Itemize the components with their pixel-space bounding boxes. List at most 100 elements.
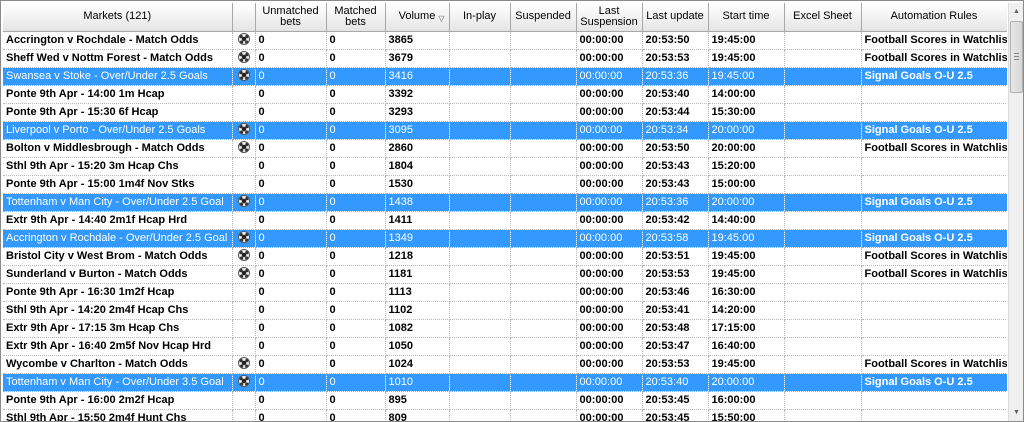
col-header-inplay[interactable]: In-play (449, 3, 511, 32)
last-suspension-cell[interactable]: 00:00:00 (576, 103, 643, 122)
excel-sheet-cell[interactable] (784, 337, 862, 356)
table-row[interactable]: Accrington v Rochdale - Over/Under 2.5 G… (3, 229, 1007, 248)
soccer-icon-cell[interactable] (232, 355, 256, 374)
market-name-cell[interactable]: Sthl 9th Apr - 15:20 3m Hcap Chs (3, 157, 233, 176)
excel-sheet-cell[interactable] (784, 409, 862, 421)
soccer-icon-cell[interactable] (232, 283, 256, 302)
automation-rule-cell[interactable] (861, 409, 1007, 421)
inplay-cell[interactable] (449, 265, 511, 284)
matched-bets-cell[interactable]: 0 (326, 103, 386, 122)
automation-rule-cell[interactable] (861, 319, 1007, 338)
table-row[interactable]: Ponte 9th Apr - 15:30 6f Hcap 0 0 3293 00:00… (3, 103, 1007, 122)
table-row[interactable]: Sthl 9th Apr - 14:20 2m4f Hcap Chs 0 0 1102… (3, 301, 1007, 320)
start-time-cell[interactable]: 19:45:00 (708, 67, 785, 86)
scroll-thumb[interactable] (1010, 21, 1023, 93)
automation-rule-cell[interactable] (861, 85, 1007, 104)
unmatched-bets-cell[interactable]: 0 (255, 283, 327, 302)
soccer-icon-cell[interactable] (232, 157, 256, 176)
volume-cell[interactable]: 3865 (385, 31, 450, 50)
inplay-cell[interactable] (449, 31, 511, 50)
soccer-icon-cell[interactable] (232, 193, 256, 212)
soccer-icon-cell[interactable] (232, 31, 256, 50)
table-row[interactable]: Tottenham v Man City - Over/Under 2.5 Go… (3, 193, 1007, 212)
inplay-cell[interactable] (449, 283, 511, 302)
last-update-cell[interactable]: 20:53:50 (642, 139, 709, 158)
last-suspension-cell[interactable]: 00:00:00 (576, 49, 643, 68)
matched-bets-cell[interactable]: 0 (326, 265, 386, 284)
matched-bets-cell[interactable]: 0 (326, 283, 386, 302)
start-time-cell[interactable]: 15:00:00 (708, 175, 785, 194)
volume-cell[interactable]: 1050 (385, 337, 450, 356)
inplay-cell[interactable] (449, 49, 511, 68)
volume-cell[interactable]: 3679 (385, 49, 450, 68)
soccer-icon-cell[interactable] (232, 319, 256, 338)
last-update-cell[interactable]: 20:53:41 (642, 301, 709, 320)
automation-rule-cell[interactable]: Football Scores in Watchlist (861, 247, 1007, 266)
last-suspension-cell[interactable]: 00:00:00 (576, 337, 643, 356)
volume-cell[interactable]: 1181 (385, 265, 450, 284)
last-update-cell[interactable]: 20:53:36 (642, 67, 709, 86)
matched-bets-cell[interactable]: 0 (326, 391, 386, 410)
last-suspension-cell[interactable]: 00:00:00 (576, 67, 643, 86)
market-name-cell[interactable]: Accrington v Rochdale - Match Odds (3, 31, 233, 50)
automation-rule-cell[interactable] (861, 211, 1007, 230)
table-row[interactable]: Liverpool v Porto - Over/Under 2.5 Goals… (3, 121, 1007, 140)
unmatched-bets-cell[interactable]: 0 (255, 229, 327, 248)
table-row[interactable]: Bolton v Middlesbrough - Match Odds 0 0 286… (3, 139, 1007, 158)
suspended-cell[interactable] (510, 301, 577, 320)
matched-bets-cell[interactable]: 0 (326, 157, 386, 176)
excel-sheet-cell[interactable] (784, 193, 862, 212)
last-update-cell[interactable]: 20:53:50 (642, 31, 709, 50)
automation-rule-cell[interactable]: Signal Goals O-U 2.5 (861, 121, 1007, 140)
last-suspension-cell[interactable]: 00:00:00 (576, 265, 643, 284)
unmatched-bets-cell[interactable]: 0 (255, 337, 327, 356)
col-header-excel-sheet[interactable]: Excel Sheet (784, 3, 862, 32)
start-time-cell[interactable]: 16:40:00 (708, 337, 785, 356)
soccer-icon-cell[interactable] (232, 85, 256, 104)
suspended-cell[interactable] (510, 319, 577, 338)
excel-sheet-cell[interactable] (784, 175, 862, 194)
automation-rule-cell[interactable] (861, 391, 1007, 410)
automation-rule-cell[interactable]: Football Scores in Watchlist (861, 139, 1007, 158)
market-name-cell[interactable]: Sheff Wed v Nottm Forest - Match Odds (3, 49, 233, 68)
unmatched-bets-cell[interactable]: 0 (255, 175, 327, 194)
market-name-cell[interactable]: Extr 9th Apr - 17:15 3m Hcap Chs (3, 319, 233, 338)
inplay-cell[interactable] (449, 193, 511, 212)
unmatched-bets-cell[interactable]: 0 (255, 247, 327, 266)
excel-sheet-cell[interactable] (784, 391, 862, 410)
matched-bets-cell[interactable]: 0 (326, 139, 386, 158)
col-header-matched-bets[interactable]: Matched bets (326, 3, 386, 32)
suspended-cell[interactable] (510, 193, 577, 212)
start-time-cell[interactable]: 19:45:00 (708, 31, 785, 50)
soccer-icon-cell[interactable] (232, 301, 256, 320)
inplay-cell[interactable] (449, 319, 511, 338)
automation-rule-cell[interactable]: Football Scores in Watchlist (861, 355, 1007, 374)
col-header-suspended[interactable]: Suspended (510, 3, 577, 32)
scroll-down-button[interactable]: ▼ (1009, 404, 1023, 421)
volume-cell[interactable]: 1438 (385, 193, 450, 212)
start-time-cell[interactable]: 20:00:00 (708, 193, 785, 212)
last-suspension-cell[interactable]: 00:00:00 (576, 31, 643, 50)
table-row[interactable]: Extr 9th Apr - 14:40 2m1f Hcap Hrd 0 0 1411… (3, 211, 1007, 230)
col-header-automation-rules[interactable]: Automation Rules (861, 3, 1007, 32)
automation-rule-cell[interactable] (861, 337, 1007, 356)
last-suspension-cell[interactable]: 00:00:00 (576, 319, 643, 338)
inplay-cell[interactable] (449, 103, 511, 122)
unmatched-bets-cell[interactable]: 0 (255, 409, 327, 421)
unmatched-bets-cell[interactable]: 0 (255, 103, 327, 122)
automation-rule-cell[interactable]: Signal Goals O-U 2.5 (861, 373, 1007, 392)
table-row[interactable]: Sthl 9th Apr - 15:20 3m Hcap Chs 0 0 1804 00… (3, 157, 1007, 176)
suspended-cell[interactable] (510, 121, 577, 140)
matched-bets-cell[interactable]: 0 (326, 355, 386, 374)
soccer-icon-cell[interactable] (232, 409, 256, 421)
automation-rule-cell[interactable] (861, 175, 1007, 194)
volume-cell[interactable]: 895 (385, 391, 450, 410)
last-update-cell[interactable]: 20:53:43 (642, 175, 709, 194)
matched-bets-cell[interactable]: 0 (326, 211, 386, 230)
suspended-cell[interactable] (510, 139, 577, 158)
suspended-cell[interactable] (510, 157, 577, 176)
suspended-cell[interactable] (510, 283, 577, 302)
excel-sheet-cell[interactable] (784, 319, 862, 338)
matched-bets-cell[interactable]: 0 (326, 319, 386, 338)
unmatched-bets-cell[interactable]: 0 (255, 355, 327, 374)
